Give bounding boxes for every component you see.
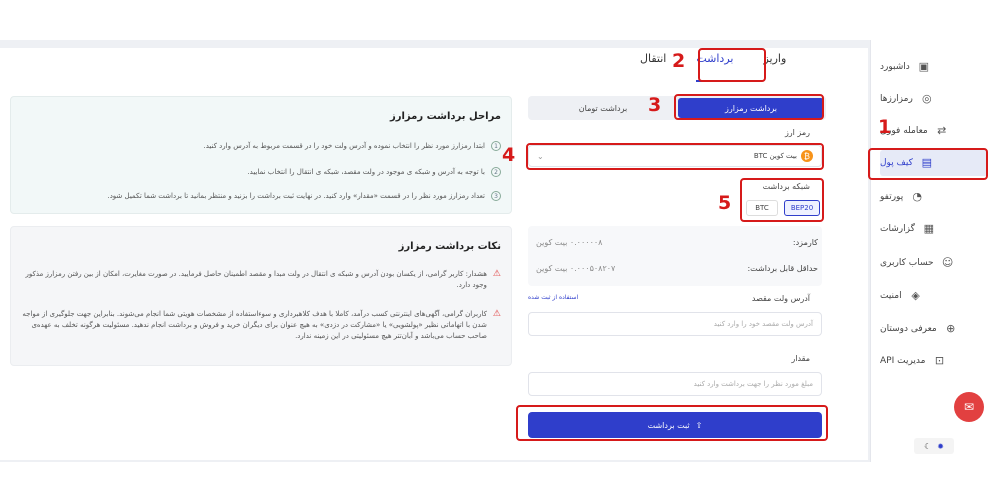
note-item: ⚠ کاربران گرامی، آگهی‌های اینترنتی کسب در…	[22, 309, 501, 340]
steps-title: مراحل برداشت رمزارز	[389, 111, 501, 122]
max-withdraw-label: حداقل قابل برداشت:	[747, 264, 818, 273]
amount-label: مقدار	[791, 354, 810, 363]
sidebar-item-portfolio[interactable]: ◔ پورتفو	[880, 184, 988, 210]
report-icon: ▦	[923, 222, 935, 235]
sidebar-item-coins[interactable]: ◎ رمزارزها	[880, 86, 988, 112]
fee-label: کارمزد:	[792, 238, 818, 247]
shield-icon: ◈	[911, 289, 920, 302]
annotation-number: 4	[502, 144, 516, 166]
top-margin	[0, 0, 1000, 40]
sidebar-item-api[interactable]: ⊡ مدیریت API	[880, 348, 988, 374]
tab-deposit[interactable]: واریز	[763, 52, 786, 82]
theme-toggle[interactable]: ☾ ✹	[914, 438, 954, 454]
sun-icon[interactable]: ✹	[937, 442, 944, 451]
pie-chart-icon: ◔	[912, 190, 923, 203]
highlight-withdraw-tab	[698, 48, 766, 82]
annotation-number: 3	[648, 94, 662, 116]
saved-address-link[interactable]: استفاده از ثبت شده	[528, 294, 578, 301]
notes-card: نکات برداشت رمزارز ⚠ هشدار: کاربر گرامی، …	[10, 226, 512, 366]
sidebar-item-reports[interactable]: ▦ گزارشات	[880, 216, 988, 242]
dashboard-icon: ▣	[918, 60, 929, 73]
highlight-network	[740, 178, 824, 222]
fee-value: ۰.۰۰۰۰۰۸ بیت کوین	[536, 238, 603, 247]
amount-input[interactable]: مبلغ مورد نظر را جهت برداشت وارد کنید	[528, 372, 822, 396]
highlight-crypto-withdraw	[674, 94, 824, 120]
warning-icon: ⚠	[492, 309, 501, 319]
user-icon: ☺	[941, 256, 954, 269]
exchange-icon: ⇄	[937, 124, 947, 137]
address-input[interactable]: آدرس ولت مقصد خود را وارد کنید	[528, 312, 822, 336]
moon-icon[interactable]: ☾	[924, 442, 931, 451]
highlight-coin-select	[526, 143, 824, 170]
highlight-wallet	[868, 148, 988, 180]
notes-title: نکات برداشت رمزارز	[398, 241, 501, 252]
coin-label: رمز ارز	[784, 128, 810, 137]
annotation-number: 5	[718, 192, 732, 214]
sidebar-item-account[interactable]: ☺ حساب کاربری	[880, 250, 988, 276]
warning-icon: ⚠	[492, 269, 501, 279]
chat-button[interactable]: ✉	[954, 392, 984, 422]
note-item: ⚠ هشدار: کاربر گرامی، از یکسان بودن آدرس …	[25, 269, 502, 289]
address-placeholder: آدرس ولت مقصد خود را وارد کنید	[713, 320, 813, 328]
step-item: 2 با توجه به آدرس و شبکه ی موجود در ولت م…	[21, 167, 501, 177]
annotation-number: 2	[672, 50, 686, 72]
sidebar-item-exchange[interactable]: ⇄ معامله فوری	[880, 118, 988, 144]
sidebar-item-security[interactable]: ◈ امنیت	[880, 283, 988, 309]
address-label: آدرس ولت مقصد	[751, 294, 810, 303]
highlight-submit	[516, 405, 828, 441]
step-number-icon: 1	[491, 141, 501, 151]
coins-icon: ◎	[922, 92, 932, 105]
step-item: 3 تعداد رمزارز مورد نظر را در قسمت «مقدار…	[21, 191, 501, 201]
step-item: 1 ابتدا رمزارز مورد نظر را انتخاب نموده و…	[21, 141, 501, 151]
fee-info-box	[528, 226, 822, 286]
step-number-icon: 3	[491, 191, 501, 201]
annotation-number: 1	[878, 116, 892, 138]
bottom-margin	[0, 462, 1000, 500]
add-user-icon: ⊕	[946, 322, 956, 335]
max-withdraw-value: ۰.۰۰۰۵۰۸۲۰۷ بیت کوین	[536, 264, 616, 273]
amount-placeholder: مبلغ مورد نظر را جهت برداشت وارد کنید	[693, 380, 813, 388]
steps-card: مراحل برداشت رمزارز 1 ابتدا رمزارز مورد ن…	[10, 96, 512, 214]
tab-transfer[interactable]: انتقال	[640, 52, 666, 82]
chat-icon: ✉	[963, 400, 975, 414]
api-icon: ⊡	[934, 354, 945, 367]
sidebar-item-dashboard[interactable]: ▣ داشبورد	[880, 54, 988, 80]
step-number-icon: 2	[491, 167, 501, 177]
sidebar-item-referral[interactable]: ⊕ معرفی دوستان	[880, 316, 988, 342]
